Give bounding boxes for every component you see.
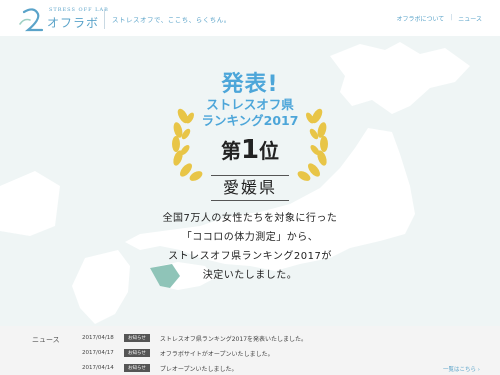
news-item[interactable]: 2017/04/17 お知らせ オフラボサイトがオープンいたしました。 <box>82 347 382 359</box>
news-heading: ニュース <box>32 336 60 344</box>
winner-prefecture: 愛媛県 <box>211 175 289 201</box>
site-header: STRESS OFF LAB オフラボ ストレスオフで、ここち、らくちん。 オフ… <box>0 0 500 36</box>
news-text[interactable]: ストレスオフ県ランキング2017を発表いたしました。 <box>160 334 307 343</box>
main-nav: オフラボについて | ニュース <box>396 14 482 23</box>
logo-title[interactable]: オフラボ <box>47 14 99 31</box>
ranking-title-line-2: ランキング2017 <box>201 113 299 128</box>
news-section: ニュース 2017/04/18 お知らせ ストレスオフ県ランキング2017を発表… <box>0 326 500 375</box>
message-line-2: 「ココロの体力測定」から、 <box>181 232 319 243</box>
place-label: 第1位 <box>200 135 300 165</box>
announce-heading: 発表! <box>221 72 279 97</box>
nav-item-news[interactable]: ニュース <box>458 14 482 23</box>
place-prefix: 第 <box>220 139 241 163</box>
logo-subtitle: STRESS OFF LAB <box>49 7 109 13</box>
place-number: 1 <box>240 135 260 165</box>
message-line-1: 全国7万人の女性たちを対象に行った <box>162 213 338 224</box>
message-line-3: ストレスオフ県ランキング2017が <box>168 251 332 262</box>
news-badge: お知らせ <box>124 349 150 357</box>
ranking-title: ストレスオフ県 ランキング2017 <box>180 97 320 129</box>
ranking-title-line-1: ストレスオフ県 <box>206 97 294 112</box>
nav-separator: | <box>450 14 453 21</box>
news-date: 2017/04/14 <box>82 365 114 371</box>
header-divider <box>104 9 105 29</box>
nav-item-about[interactable]: オフラボについて <box>396 14 444 23</box>
news-date: 2017/04/17 <box>82 350 114 356</box>
news-item[interactable]: 2017/04/18 お知らせ ストレスオフ県ランキング2017を発表いたしまし… <box>82 332 382 344</box>
news-date: 2017/04/18 <box>82 335 114 341</box>
news-badge: お知らせ <box>124 334 150 342</box>
place-suffix: 位 <box>259 139 280 163</box>
message-line-4: 決定いたしました。 <box>202 270 298 281</box>
announcement-message: 全国7万人の女性たちを対象に行った 「ココロの体力測定」から、 ストレスオフ県ラ… <box>120 209 380 285</box>
hokkaido-shape <box>330 42 470 114</box>
korea-shape <box>0 171 60 236</box>
news-badge: お知らせ <box>124 364 150 372</box>
news-item[interactable]: 2017/04/14 お知らせ プレオープンいたしました。 <box>82 362 382 374</box>
news-text[interactable]: オフラボサイトがオープンいたしました。 <box>160 349 274 358</box>
news-more-link[interactable]: 一覧はこちら › <box>443 365 480 373</box>
news-text[interactable]: プレオープンいたしました。 <box>160 364 238 373</box>
tagline: ストレスオフで、ここち、らくちん。 <box>112 16 231 24</box>
